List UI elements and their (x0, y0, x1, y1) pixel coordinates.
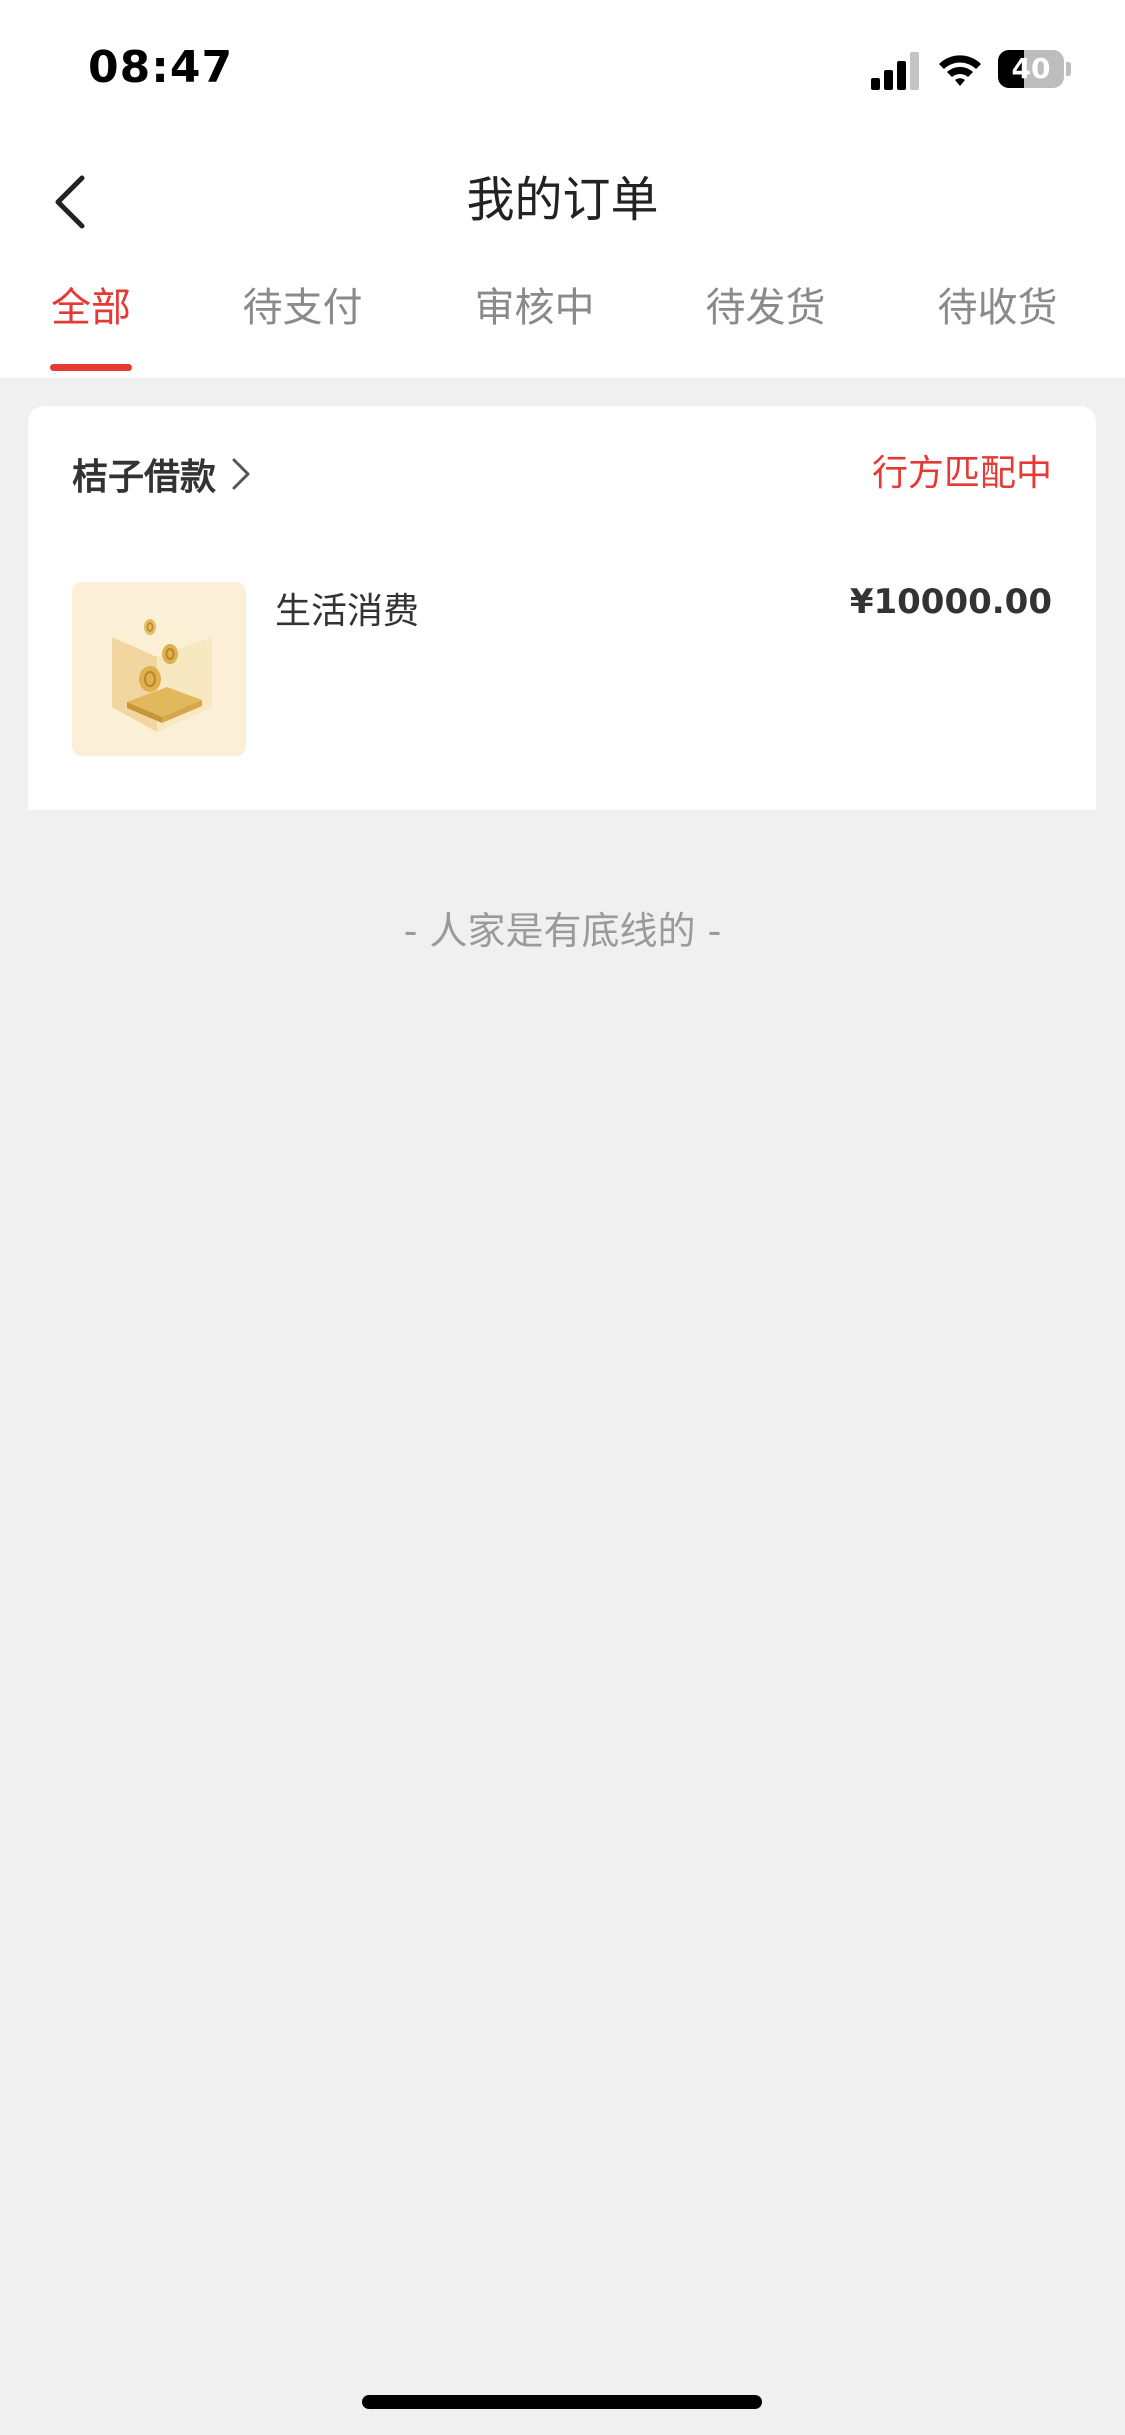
active-tab-indicator (50, 364, 132, 371)
product-name[interactable]: 生活消费 (275, 582, 419, 634)
wifi-icon (939, 55, 981, 86)
tab-under-review[interactable]: 审核中 (457, 260, 612, 378)
battery-level: 40 (1011, 52, 1051, 85)
order-card[interactable]: 桔子借款 行方匹配中 生活消费 ¥10000.00 (28, 406, 1096, 810)
tab-pending-receipt[interactable]: 待收货 (920, 260, 1075, 378)
battery-indicator: 40 (998, 50, 1071, 88)
page-title: 我的订单 (466, 172, 659, 228)
shop-link[interactable]: 桔子借款 (72, 446, 252, 502)
home-indicator[interactable] (362, 2395, 762, 2409)
chevron-left-icon (55, 175, 85, 229)
order-status: 行方匹配中 (871, 453, 1052, 494)
product-price: ¥10000.00 (849, 582, 1052, 622)
status-time: 08:47 (88, 42, 234, 93)
order-tabs: 全部 待支付 审核中 待发货 待收货 (0, 260, 1125, 378)
tab-all[interactable]: 全部 (40, 260, 142, 378)
chevron-right-icon (232, 458, 250, 490)
screen: 08:47 40 我的订单 全部 待支付 审核中 待发货 待收货 桔子借款 行方… (0, 0, 1125, 2435)
tab-pending-shipment[interactable]: 待发货 (688, 260, 843, 378)
battery-icon: 40 (998, 50, 1064, 88)
nav-bar: 我的订单 (0, 140, 1125, 260)
tab-pending-payment[interactable]: 待支付 (225, 260, 380, 378)
shop-name: 桔子借款 (72, 457, 217, 498)
gold-coin-box-icon (112, 617, 212, 732)
battery-tip (1066, 62, 1071, 76)
status-bar: 08:47 40 (0, 0, 1125, 140)
product-thumbnail[interactable] (72, 582, 246, 756)
end-of-list-text: - 人家是有底线的 - (403, 909, 722, 953)
back-button[interactable] (30, 162, 110, 242)
signal-icon (871, 52, 919, 90)
